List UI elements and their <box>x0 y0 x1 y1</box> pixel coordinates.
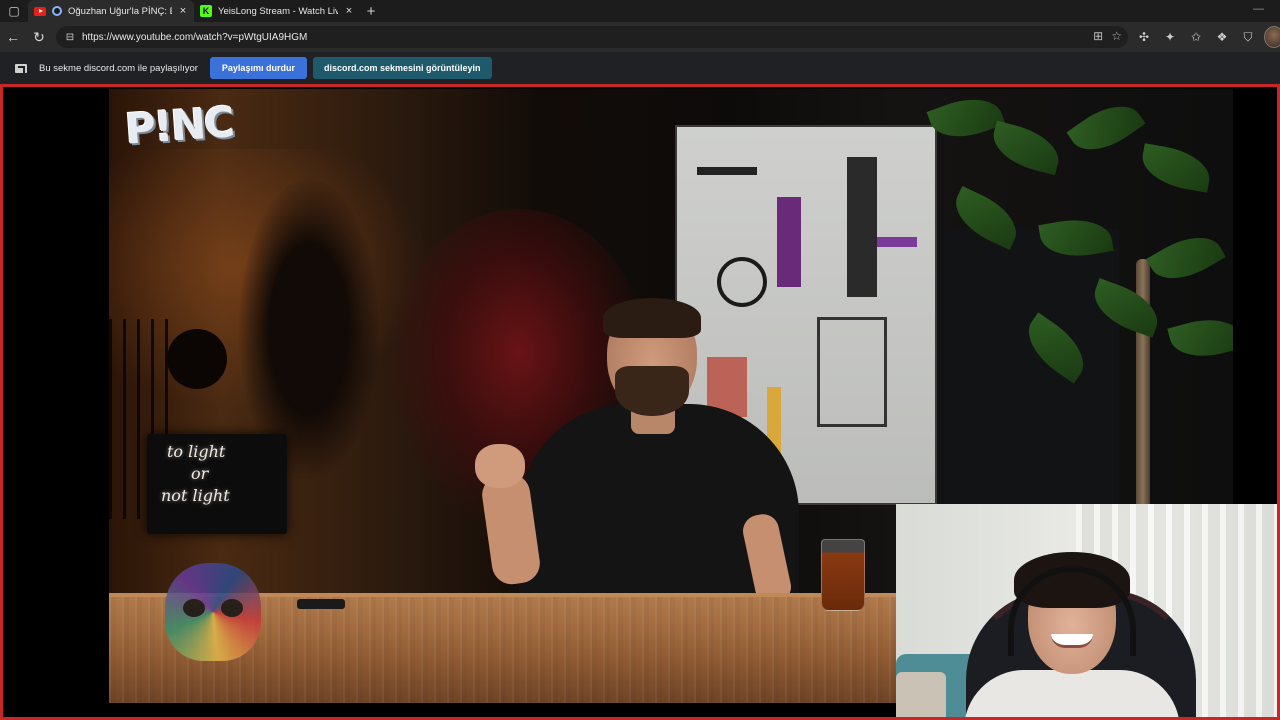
tab-sharing-bar: Bu sekme discord.com ile paylaşılıyor Pa… <box>0 52 1280 84</box>
webcam-overlay <box>896 504 1277 717</box>
close-tab-button[interactable]: × <box>178 5 188 17</box>
profile-avatar[interactable] <box>1264 26 1280 48</box>
skull-eye <box>221 599 243 617</box>
sharing-message: Bu sekme discord.com ile paylaşılıyor <box>39 62 198 74</box>
sharing-indicator-icon <box>52 6 62 16</box>
show-logo: P!NC <box>123 97 235 154</box>
extensions-puzzle-icon[interactable]: ✣ <box>1134 26 1154 48</box>
copilot-icon[interactable]: ❖ <box>1212 26 1232 48</box>
bookmark-star-icon[interactable]: ☆ <box>1111 29 1122 43</box>
leaf <box>1167 310 1233 366</box>
host-hair <box>603 298 701 338</box>
extension-icon[interactable]: ✦ <box>1160 26 1180 48</box>
paint-stroke <box>777 197 801 287</box>
browser-toolbar: ← ↻ ⊟ https://www.youtube.com/watch?v=pW… <box>0 22 1280 52</box>
view-discord-tab-button[interactable]: discord.com sekmesini görüntüleyin <box>312 57 492 79</box>
leaf <box>1038 213 1114 263</box>
tab-strip: ▢ Oğuzhan Uğur'la PİNÇ: Bölü × K YeisLon… <box>0 0 1280 22</box>
tab-actions-button[interactable]: ▢ <box>0 0 28 22</box>
shared-tab-content: to light or not light P!NC <box>0 84 1280 720</box>
decorative-skull <box>165 563 261 661</box>
paint-stroke <box>877 237 917 247</box>
screen-share-icon <box>15 63 27 73</box>
tea-glass <box>821 539 865 611</box>
tab-youtube[interactable]: Oğuzhan Uğur'la PİNÇ: Bölü × <box>28 0 194 22</box>
reload-button[interactable]: ↻ <box>26 24 52 50</box>
leaf <box>946 185 1026 251</box>
shield-icon[interactable]: ⛉ <box>1238 26 1258 48</box>
potted-tree <box>921 89 1233 509</box>
phone-on-table <box>297 599 345 609</box>
neon-line-3: not light <box>161 486 230 505</box>
minimize-button[interactable]: — <box>1253 3 1264 15</box>
neon-line-1: to light <box>167 442 226 461</box>
skull-eye <box>183 599 205 617</box>
tab-title: YeisLong Stream - Watch Live on <box>218 5 338 17</box>
url-text: https://www.youtube.com/watch?v=pWtgUIA9… <box>82 31 308 43</box>
neon-line-2: or <box>191 464 209 483</box>
paint-stroke <box>697 167 757 175</box>
back-arrow-icon: ← <box>6 29 20 45</box>
paint-stroke <box>847 157 877 297</box>
paint-stroke <box>817 317 887 427</box>
leaf <box>987 120 1065 176</box>
lamp-silhouette <box>167 329 227 389</box>
address-bar[interactable]: ⊟ https://www.youtube.com/watch?v=pWtgUI… <box>56 26 1128 48</box>
cushion <box>896 672 946 717</box>
app-install-icon[interactable]: ⊞ <box>1093 29 1103 43</box>
kick-icon: K <box>200 5 212 17</box>
tab-kick[interactable]: K YeisLong Stream - Watch Live on × <box>194 0 360 22</box>
youtube-icon <box>34 6 46 16</box>
site-info-icon[interactable]: ⊟ <box>62 32 78 43</box>
stop-sharing-button[interactable]: Paylaşımı durdur <box>209 57 307 79</box>
leaf <box>1016 312 1096 384</box>
leaf <box>1086 278 1166 338</box>
tab-actions-icon: ▢ <box>8 4 20 18</box>
leaf <box>1066 92 1146 164</box>
avatar <box>1264 26 1280 48</box>
new-tab-button[interactable]: + <box>360 0 382 22</box>
back-button[interactable]: ← <box>0 24 26 50</box>
close-tab-button[interactable]: × <box>344 5 354 17</box>
neon-sign: to light or not light <box>161 441 281 507</box>
leaf <box>1138 143 1214 193</box>
tab-title: Oğuzhan Uğur'la PİNÇ: Bölü <box>68 5 172 17</box>
paint-stroke <box>717 257 767 307</box>
extension-icons: ✣ ✦ ✩ ❖ ⛉ <box>1134 26 1280 48</box>
reload-icon: ↻ <box>33 28 45 45</box>
favorites-icon[interactable]: ✩ <box>1186 26 1206 48</box>
host-beard <box>615 366 689 416</box>
host-hand <box>475 444 525 488</box>
leaf <box>1146 224 1226 292</box>
streamer-shirt <box>964 670 1180 717</box>
host-person <box>475 298 819 607</box>
